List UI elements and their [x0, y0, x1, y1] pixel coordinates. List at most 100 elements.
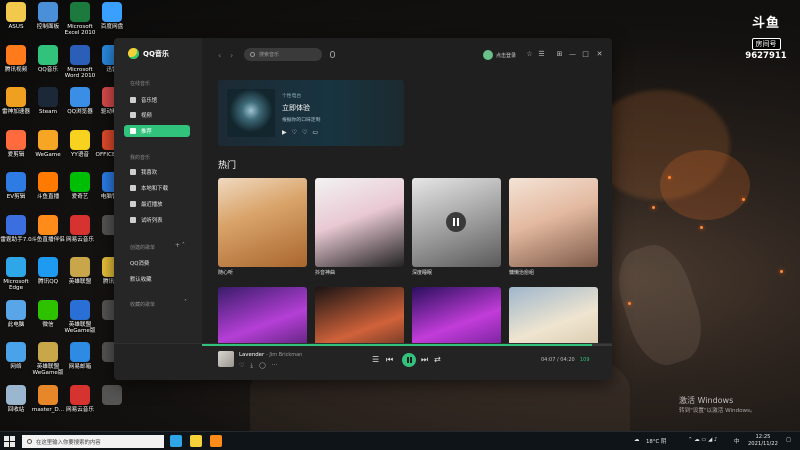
- microphone-icon[interactable]: [330, 51, 335, 58]
- previous-icon[interactable]: ⏮: [386, 355, 393, 365]
- pause-icon[interactable]: [446, 212, 466, 232]
- desktop-icon[interactable]: 英雄联盟 WeGame版: [62, 299, 98, 335]
- notification-icon[interactable]: ▢: [786, 437, 791, 443]
- desktop-icon[interactable]: 腾讯视频: [0, 44, 34, 73]
- douyu-taskbar-icon[interactable]: [210, 435, 222, 447]
- taskbar-search-input[interactable]: 在这里输入你要搜索的内容: [22, 435, 164, 448]
- minimize-icon[interactable]: —: [568, 50, 577, 59]
- desktop-icon[interactable]: 英雄联盟 WeGame版: [30, 342, 66, 377]
- like-icon[interactable]: ♡: [239, 362, 244, 370]
- desktop-icon-label: QQ音乐: [38, 66, 58, 73]
- sidebar-item-favorites[interactable]: 我喜欢: [124, 166, 190, 178]
- sidebar-item-trial-list[interactable]: 试听列表: [124, 214, 190, 226]
- desktop-icon[interactable]: [94, 384, 130, 407]
- mini-mode-icon[interactable]: ⊞: [555, 50, 564, 59]
- app-icon: [70, 129, 90, 150]
- desktop-icon[interactable]: 雷霆助手7.0: [0, 214, 34, 243]
- dislike-icon[interactable]: ♡: [302, 129, 307, 136]
- desktop-icon[interactable]: 英雄联盟: [62, 257, 98, 285]
- desktop-icon[interactable]: 网络: [0, 342, 34, 370]
- artist-name[interactable]: - Jim Brickman: [266, 352, 302, 358]
- more-icon[interactable]: ···: [272, 362, 278, 370]
- download-icon[interactable]: ⤓: [250, 362, 253, 370]
- search-input[interactable]: 搜索音乐: [244, 48, 322, 61]
- desktop-icon-label: master_D...: [31, 406, 65, 413]
- desktop-icon[interactable]: Microsoft Word 2010: [62, 44, 98, 80]
- desktop-icon[interactable]: Microsoft Edge: [0, 257, 34, 292]
- sidebar-item-recommend[interactable]: 推荐: [124, 125, 190, 137]
- song-title[interactable]: Lavender: [239, 352, 264, 358]
- desktop-icon[interactable]: 斗鱼直播: [30, 172, 66, 200]
- input-language[interactable]: 中: [734, 437, 739, 445]
- loop-mode-icon[interactable]: ⇄: [434, 355, 441, 364]
- start-button[interactable]: [4, 436, 15, 447]
- playlist-card[interactable]: [412, 178, 501, 267]
- desktop-icon[interactable]: WeGame: [30, 129, 66, 158]
- sidebar-item-local-download[interactable]: 本地和下载: [124, 182, 190, 194]
- like-icon[interactable]: ♡: [292, 129, 297, 136]
- back-button[interactable]: ‹: [218, 51, 221, 60]
- sidebar-item-music-hall[interactable]: 音乐馆: [124, 94, 190, 106]
- login-link[interactable]: 点击登录: [496, 52, 516, 59]
- close-icon[interactable]: ✕: [595, 50, 604, 59]
- playlist-card[interactable]: [509, 178, 598, 267]
- qq-music-taskbar-icon[interactable]: [190, 435, 202, 447]
- desktop-icon[interactable]: 爱奇艺: [62, 172, 98, 200]
- album-cover[interactable]: [218, 351, 234, 367]
- personal-radio-banner[interactable]: 个性电台 立即体验 根据你的口味定制 ▶ ♡ ♡ ▭: [218, 80, 404, 146]
- weather-text[interactable]: 18°C 阴: [646, 437, 666, 445]
- comment-icon[interactable]: ▭: [312, 129, 318, 136]
- taskbar-search-placeholder: 在这里输入你要搜索的内容: [36, 439, 101, 446]
- app-logo[interactable]: QQ音乐: [128, 48, 169, 59]
- desktop-icon[interactable]: 爱剪辑: [0, 129, 34, 158]
- skin-icon[interactable]: ☆: [525, 50, 534, 59]
- forward-button[interactable]: ›: [230, 51, 233, 60]
- next-icon[interactable]: ⏭: [421, 355, 428, 365]
- desktop-icon[interactable]: 控制面板: [30, 2, 66, 30]
- play-icon[interactable]: ▶: [282, 129, 287, 136]
- desktop-icon[interactable]: ASUS: [0, 2, 34, 30]
- edge-taskbar-icon[interactable]: [170, 435, 182, 447]
- add-playlist-icon[interactable]: + ˄: [175, 242, 185, 249]
- sidebar-item-recent[interactable]: 最近播放: [124, 198, 190, 210]
- playlist-card-title[interactable]: 深度睡眠: [412, 269, 432, 276]
- playlist-card[interactable]: [315, 178, 404, 267]
- clock[interactable]: 12:25 2021/11/22: [748, 434, 778, 448]
- desktop-icon[interactable]: 百度网盘: [94, 2, 130, 30]
- desktop-icon[interactable]: Microsoft Excel 2010: [62, 2, 98, 37]
- desktop-icon[interactable]: 斗鱼直播伴侣: [30, 214, 66, 243]
- desktop-icon[interactable]: 网易云音乐: [62, 384, 98, 413]
- comment-icon[interactable]: ◯: [259, 362, 266, 370]
- tray-icons[interactable]: ⌃ ☁ ▭ ◢ ♪: [688, 437, 717, 443]
- desktop-icon[interactable]: 此电脑: [0, 299, 34, 328]
- playlist-card-title[interactable]: 慵懒治愈组: [509, 269, 534, 276]
- desktop-icon[interactable]: master_D...: [30, 384, 66, 413]
- desktop-icon[interactable]: 回收站: [0, 384, 34, 413]
- progress-bar[interactable]: [202, 344, 612, 346]
- playlist-card-title[interactable]: 随心听: [218, 269, 233, 276]
- desktop-icon[interactable]: 网易邮箱: [62, 342, 98, 370]
- chevron-up-icon[interactable]: ˄: [184, 299, 187, 306]
- desktop-icon[interactable]: 雷神加速器: [0, 87, 34, 115]
- desktop-icon[interactable]: YY语音: [62, 129, 98, 158]
- pause-button[interactable]: [402, 353, 416, 367]
- playlist-card-title[interactable]: 抖音神曲: [315, 269, 335, 276]
- desktop-icon[interactable]: 网易云音乐: [62, 214, 98, 243]
- playlist-icon[interactable]: ☰: [372, 355, 379, 364]
- maximize-icon[interactable]: □: [581, 50, 590, 59]
- desktop-icon[interactable]: EV剪辑: [0, 172, 34, 200]
- menu-icon[interactable]: ☰: [537, 50, 546, 59]
- desktop-icon[interactable]: QQ浏览器: [62, 87, 98, 115]
- avatar[interactable]: [483, 50, 493, 60]
- desktop-icon[interactable]: 腾讯QQ: [30, 257, 66, 285]
- desktop-icon[interactable]: 微信: [30, 299, 66, 328]
- desktop-icon[interactable]: QQ音乐: [30, 44, 66, 73]
- sidebar-item-playlist-qq[interactable]: QQ消费: [124, 257, 190, 269]
- quality-badge[interactable]: 109: [580, 357, 590, 363]
- sidebar-item-video[interactable]: 视频: [124, 109, 190, 121]
- desktop-icon[interactable]: Steam: [30, 87, 66, 115]
- sidebar-head-online: 在线音乐: [130, 81, 151, 87]
- sidebar-item-playlist-default[interactable]: 默认收藏: [124, 273, 190, 285]
- playlist-card[interactable]: [218, 178, 307, 267]
- sidebar: QQ音乐 在线音乐 音乐馆 视频 推荐 我的音乐 我喜欢 本地和下载 最近播放 …: [114, 38, 202, 343]
